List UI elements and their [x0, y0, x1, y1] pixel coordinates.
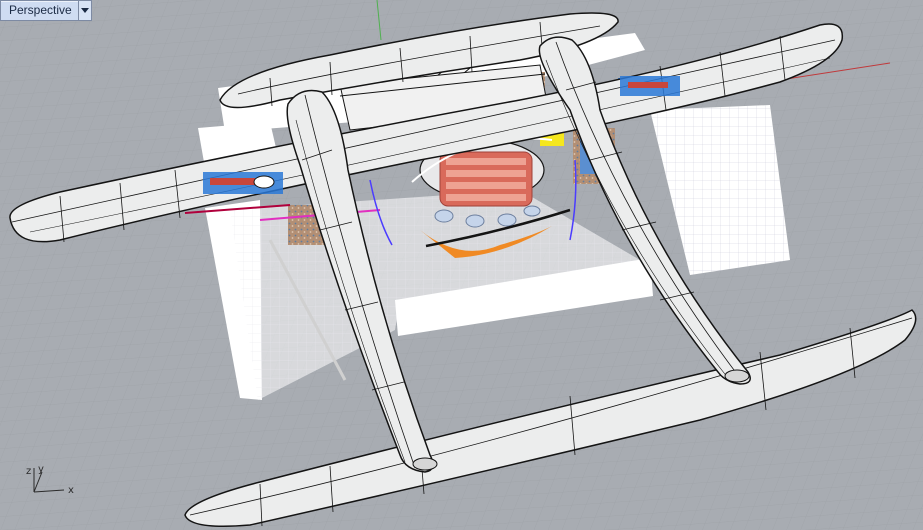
axis-gizmo: z y x [26, 464, 74, 496]
chevron-down-icon[interactable] [77, 1, 91, 20]
axis-label-z: z [26, 466, 31, 477]
gizmo-x-axis [33, 489, 65, 493]
axis-label-y: y [38, 464, 44, 475]
axis-label-x: x [68, 485, 74, 496]
perspective-viewport[interactable]: Perspective z y x [0, 0, 923, 530]
viewport-title-tab[interactable]: Perspective [0, 0, 92, 21]
viewport-title[interactable]: Perspective [1, 1, 78, 20]
gizmo-y-axis [33, 471, 43, 493]
model-scene[interactable] [0, 0, 923, 530]
